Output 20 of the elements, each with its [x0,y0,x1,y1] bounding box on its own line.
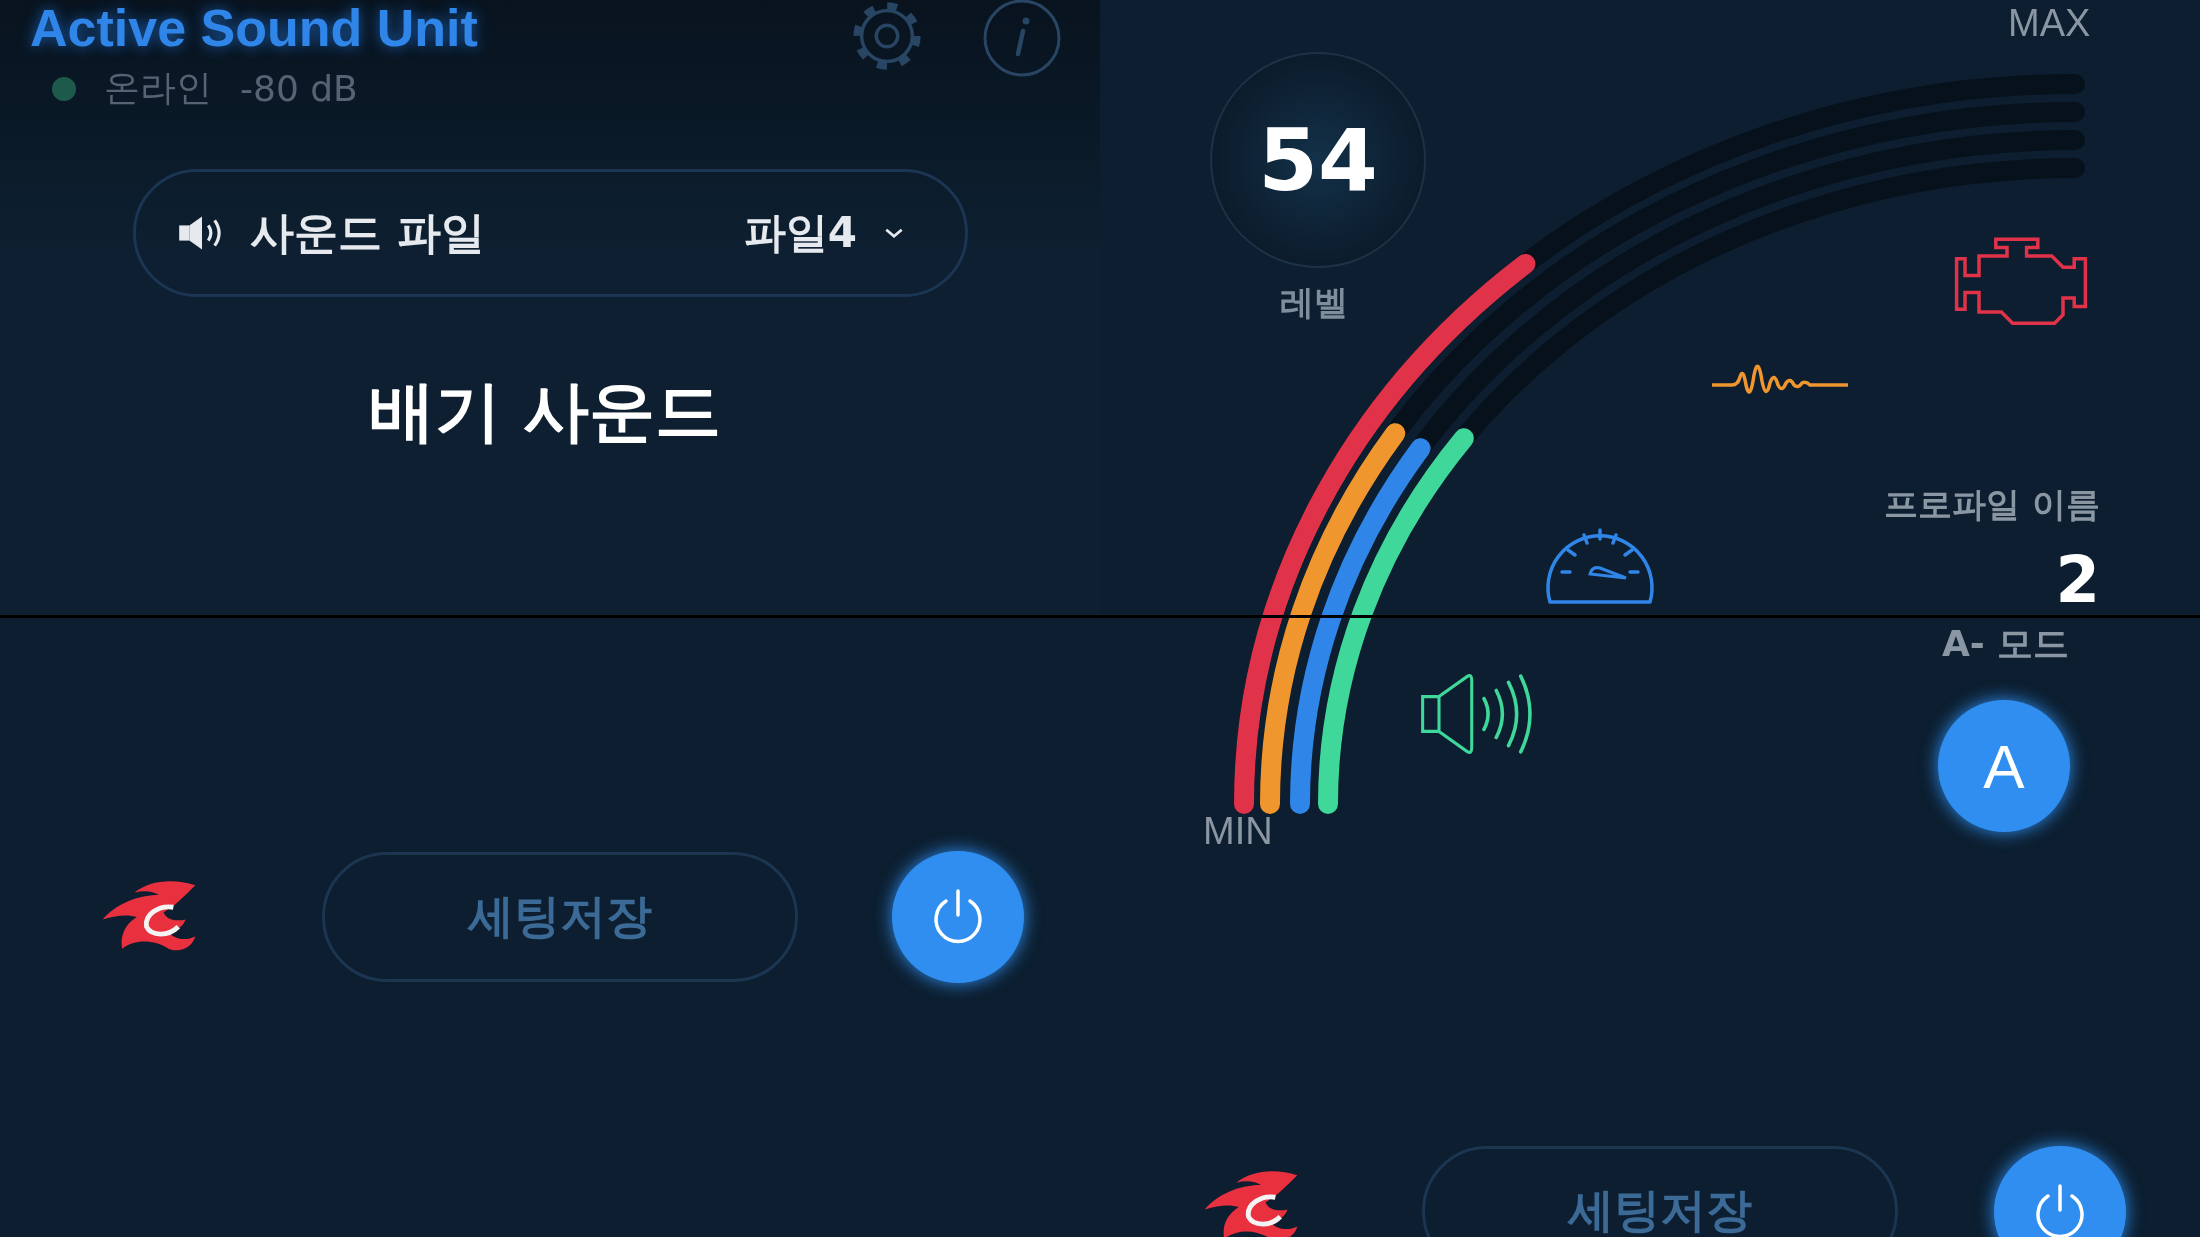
save-settings-button[interactable]: 세팅저장 [1422,1146,1898,1237]
level-value: 54 [1258,110,1378,210]
app-title: Active Sound Unit [30,0,478,56]
mode-heading: 배기 사운드 [368,372,722,452]
sound-file-dropdown[interactable]: 사운드 파일 파일4 [133,169,968,297]
status-text: 온라인 [104,66,212,110]
mode-label: A- 모드 [1942,622,2070,666]
save-settings-button[interactable]: 세팅저장 [322,851,798,982]
level-reading: -80 dB [240,68,358,109]
profile-name-label: 프로파일 이름 [1884,483,2100,526]
chevron-down-icon [883,226,905,240]
power-button[interactable] [892,850,1024,983]
sound-file-value: 파일4 [743,207,857,259]
level-label: 레벨 [1280,281,1348,324]
min-label: MIN [1203,810,1273,853]
mode-button[interactable]: A [1938,700,2070,832]
status-dot-icon [52,76,76,101]
max-label: MAX [2008,2,2091,45]
profile-name-value: 2 [2055,548,2100,612]
sound-file-label: 사운드 파일 [250,205,486,260]
